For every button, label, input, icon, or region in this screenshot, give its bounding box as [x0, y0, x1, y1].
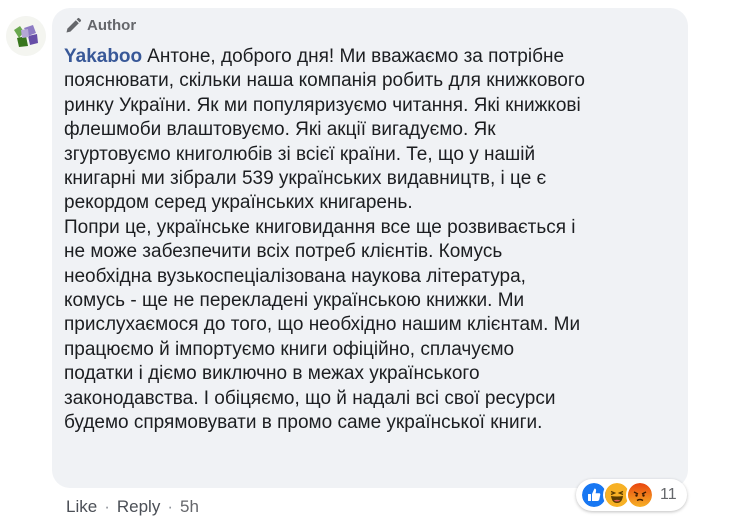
action-separator: ·: [167, 497, 173, 516]
like-button[interactable]: Like: [66, 496, 97, 518]
pencil-icon: [66, 17, 82, 33]
comment-thread: Author Yakaboo Антоне, доброго дня! Ми вв…: [0, 0, 740, 532]
reaction-count: 11: [660, 486, 677, 503]
angry-reaction-icon: [626, 481, 654, 509]
comment-author-name[interactable]: Yakaboo: [64, 46, 142, 67]
action-separator: ·: [104, 497, 110, 516]
avatar-image: [6, 16, 46, 56]
author-badge-label: Author: [87, 17, 137, 34]
reaction-icons: [580, 481, 654, 509]
comment-text: Антоне, доброго дня! Ми вважаємо за потр…: [64, 46, 585, 434]
comment-timestamp[interactable]: 5h: [180, 496, 199, 518]
author-badge: Author: [64, 16, 136, 36]
reply-button[interactable]: Reply: [117, 496, 160, 518]
avatar[interactable]: [6, 16, 46, 56]
comment-actions: Like · Reply · 5h: [66, 496, 199, 518]
comment-body: Yakaboo Антоне, доброго дня! Ми вважаємо …: [64, 45, 684, 436]
reactions-summary[interactable]: 11: [576, 479, 687, 511]
